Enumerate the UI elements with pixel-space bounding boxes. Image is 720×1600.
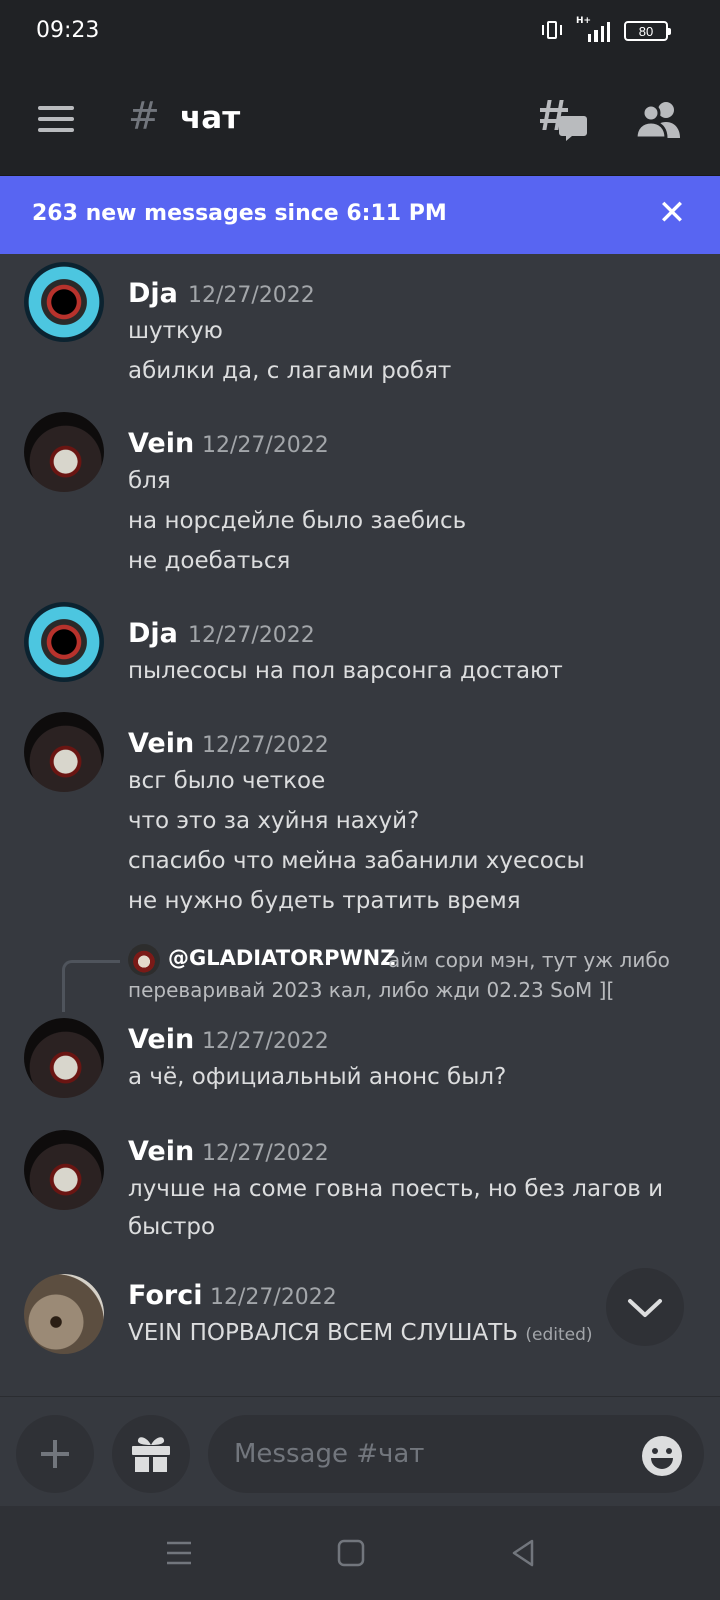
message-group: Vein 12/27/2022 бля на норсдейле было за…	[0, 412, 720, 574]
message-text: всг было четкое	[128, 768, 326, 794]
network-type: H+	[576, 16, 592, 26]
message-author[interactable]: Vein	[128, 1024, 194, 1055]
avatar[interactable]	[24, 712, 104, 792]
new-messages-banner[interactable]: 263 new messages since 6:11 PM ✕	[0, 176, 720, 254]
message-timestamp: 12/27/2022	[202, 733, 329, 758]
message-text: пылесосы на пол варсонга достают	[128, 658, 563, 684]
message-timestamp: 12/27/2022	[188, 283, 315, 308]
message-composer	[0, 1396, 720, 1506]
message-text: не доебаться	[128, 548, 291, 574]
message-text: бля	[128, 468, 171, 494]
signal-icon: H+	[576, 16, 610, 42]
home-icon[interactable]	[334, 1536, 368, 1570]
reply-preview[interactable]: переваривай 2023 кал, либо жди 02.23 SoM…	[128, 978, 614, 1002]
avatar[interactable]	[24, 1018, 104, 1098]
edited-label: (edited)	[525, 1325, 593, 1345]
gift-icon	[132, 1437, 170, 1472]
message-text: шуткую	[128, 318, 223, 344]
message-text: что это за хуйня нахуй?	[128, 808, 420, 834]
vibrate-icon	[542, 20, 562, 42]
avatar[interactable]	[24, 1130, 104, 1210]
message-text: лучше на соме говна поесть, но без лагов…	[128, 1176, 664, 1202]
message-input[interactable]	[208, 1415, 704, 1493]
reply-author[interactable]: @GLADIATORPWNZ	[168, 946, 395, 970]
members-icon[interactable]	[636, 100, 682, 140]
message-group: Dja 12/27/2022 пылесосы на пол варсонга …	[0, 602, 720, 692]
status-time: 09:23	[36, 18, 100, 43]
message-list[interactable]: Dja 12/27/2022 шуткую абилки да, с лагам…	[0, 254, 720, 1396]
plus-icon	[41, 1440, 69, 1468]
avatar[interactable]	[24, 1274, 104, 1354]
new-messages-text: 263 new messages since 6:11 PM	[32, 201, 447, 226]
message-timestamp: 12/27/2022	[188, 623, 315, 648]
channel-header: # чат	[0, 64, 720, 176]
message-timestamp: 12/27/2022	[202, 1141, 329, 1166]
avatar[interactable]	[24, 262, 104, 342]
status-bar: 09:23 H+ 80	[0, 0, 720, 64]
message-timestamp: 12/27/2022	[202, 1029, 329, 1054]
message-author[interactable]: Forci	[128, 1280, 202, 1311]
message-timestamp: 12/27/2022	[210, 1285, 337, 1310]
message-text: а чё, официальный анонс был?	[128, 1064, 507, 1090]
message-text: VEIN ПОРВАЛСЯ ВСЕМ СЛУШАТЬ (edited)	[128, 1320, 593, 1346]
reply-connector	[62, 960, 120, 1012]
avatar[interactable]	[24, 412, 104, 492]
back-icon[interactable]	[506, 1536, 540, 1570]
message-author[interactable]: Vein	[128, 728, 194, 759]
menu-icon[interactable]	[38, 106, 74, 132]
recent-apps-icon[interactable]	[162, 1536, 196, 1570]
message-group: Vein 12/27/2022 всг было четкое что это …	[0, 712, 720, 914]
jump-to-bottom-button[interactable]	[606, 1268, 684, 1346]
reply-preview[interactable]: айм сори мэн, тут уж либо	[388, 948, 670, 972]
chevron-down-icon	[628, 1299, 662, 1317]
message-author[interactable]: Dja	[128, 618, 178, 649]
reply-avatar[interactable]	[128, 944, 160, 976]
avatar[interactable]	[24, 602, 104, 682]
add-attachment-button[interactable]	[16, 1415, 94, 1493]
message-text: на норсдейле было заебись	[128, 508, 467, 534]
message-author[interactable]: Dja	[128, 278, 178, 309]
channel-hash-icon: #	[128, 94, 160, 138]
message-text: спасибо что мейна забанили хуесосы	[128, 848, 585, 874]
close-icon[interactable]: ✕	[652, 193, 692, 233]
message-group: Dja 12/27/2022 шуткую абилки да, с лагам…	[0, 262, 720, 402]
message-author[interactable]: Vein	[128, 428, 194, 459]
emoji-icon[interactable]	[640, 1434, 684, 1478]
message-group: @GLADIATORPWNZ айм сори мэн, тут уж либо…	[0, 942, 720, 1102]
message-text: абилки да, с лагами робят	[128, 358, 452, 384]
status-icons: H+ 80	[542, 16, 671, 42]
gift-button[interactable]	[112, 1415, 190, 1493]
message-text-content: VEIN ПОРВАЛСЯ ВСЕМ СЛУШАТЬ	[128, 1320, 519, 1346]
message-text: не нужно будеть тратить время	[128, 888, 521, 914]
message-group: Vein 12/27/2022 лучше на соме говна поес…	[0, 1130, 720, 1250]
system-nav-bar	[0, 1506, 720, 1600]
message-timestamp: 12/27/2022	[202, 433, 329, 458]
threads-icon[interactable]	[540, 98, 588, 142]
message-author[interactable]: Vein	[128, 1136, 194, 1167]
channel-name: чат	[180, 100, 241, 136]
message-text: быстро	[128, 1214, 216, 1240]
battery-icon: 80	[624, 21, 671, 41]
